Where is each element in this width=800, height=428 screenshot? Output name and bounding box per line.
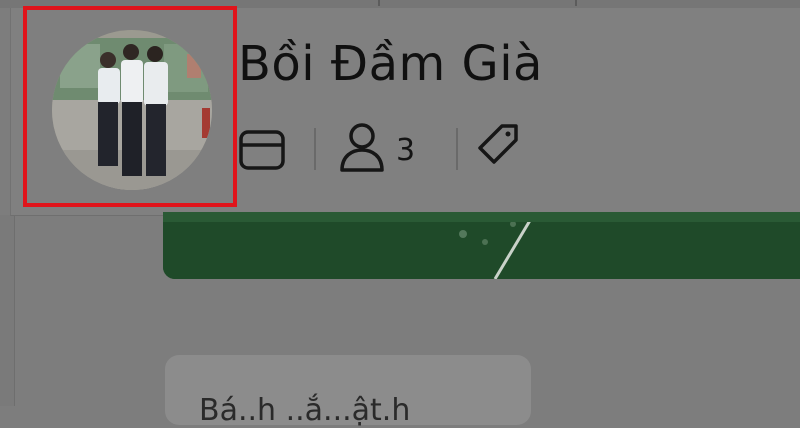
group-avatar[interactable] bbox=[52, 30, 212, 190]
group-type-button[interactable] bbox=[238, 122, 290, 180]
meta-divider bbox=[456, 128, 458, 170]
post-card[interactable]: Bá..h ..ắ...ật.h bbox=[165, 355, 531, 428]
group-photo-image bbox=[52, 30, 212, 190]
post-preview-text: Bá..h ..ắ...ật.h bbox=[199, 393, 411, 428]
member-count: 3 bbox=[396, 133, 416, 168]
web-browser-icon bbox=[239, 130, 285, 170]
top-edge-mark bbox=[575, 0, 577, 6]
tag-icon bbox=[478, 124, 518, 164]
left-rail bbox=[0, 215, 15, 406]
meta-divider bbox=[314, 128, 316, 170]
cover-banner bbox=[163, 212, 800, 279]
members-button[interactable]: 3 bbox=[338, 122, 438, 180]
person-icon bbox=[340, 123, 384, 172]
tags-button[interactable] bbox=[474, 122, 522, 180]
top-edge-mark bbox=[378, 0, 380, 6]
group-name: Bồi Đầm Già bbox=[238, 36, 543, 92]
cover-banner-image bbox=[163, 212, 800, 279]
